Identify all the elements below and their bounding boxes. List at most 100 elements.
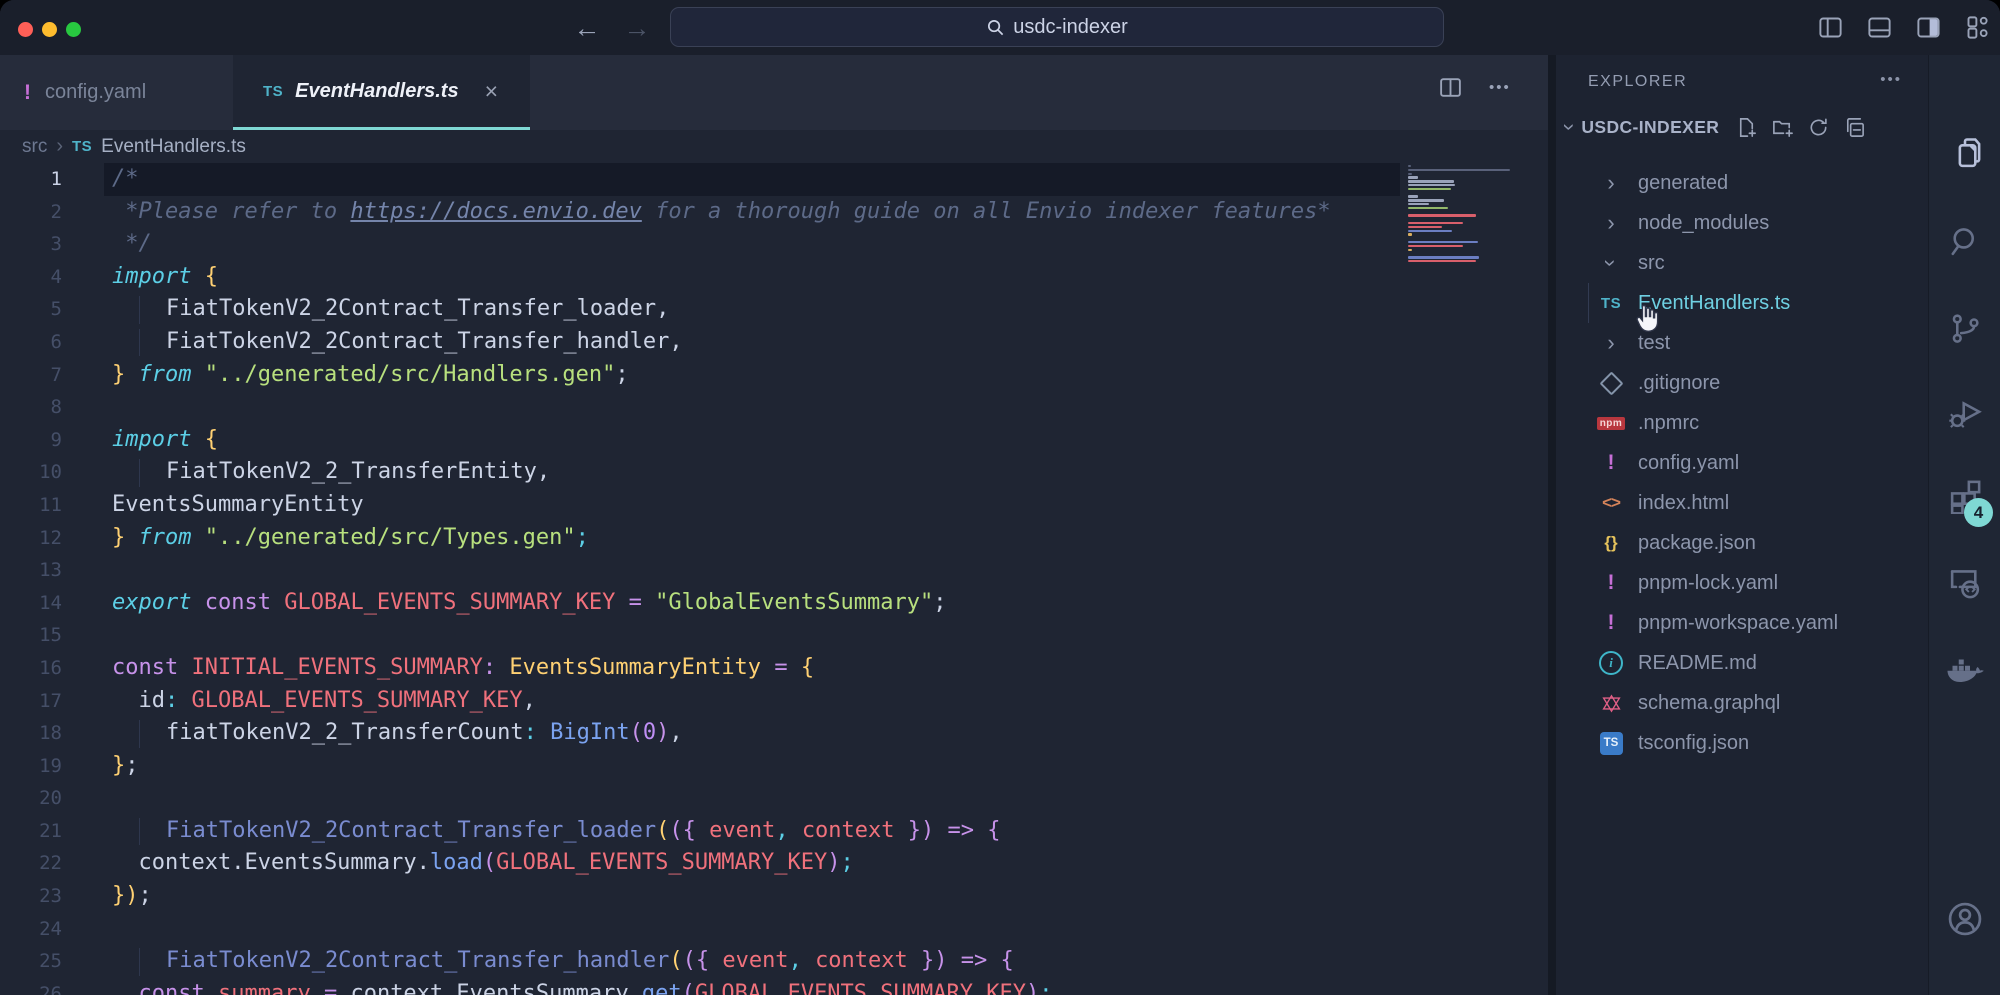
minimap[interactable] (1408, 165, 1530, 264)
code-line: 9import { (0, 424, 1548, 457)
code-line: 1/* (0, 163, 1548, 196)
code-line: 19}; (0, 750, 1548, 783)
customize-layout-icon[interactable] (1964, 14, 1991, 41)
code-line: 23}); (0, 880, 1548, 913)
tree-item-src[interactable]: › src (1556, 243, 1928, 283)
code-line: 11EventsSummaryEntity (0, 489, 1548, 522)
activity-item-source-control[interactable] (1947, 310, 1983, 351)
tsconfig-file-icon: TS (1600, 732, 1623, 755)
toggle-panel-right-icon[interactable] (1915, 14, 1942, 41)
code-line: 8 (0, 391, 1548, 424)
line-number: 8 (0, 391, 62, 424)
code-line: 5 FiatTokenV2_2Contract_Transfer_loader, (0, 293, 1548, 326)
code-line: 21 FiatTokenV2_2Contract_Transfer_loader… (0, 815, 1548, 848)
tree-root-usdc-indexer[interactable]: › USDC-INDEXER (1556, 107, 1928, 147)
tree-item-tsconfig-json[interactable]: TS tsconfig.json (1556, 723, 1928, 763)
code-line: 26 const summary = context.EventsSummary… (0, 978, 1548, 995)
vscode-window: ← → usdc-indexer ! config.yaml TS EventH… (0, 0, 2000, 995)
navigate-forward-button[interactable]: → (620, 13, 654, 43)
tree-item-readme-md[interactable]: iREADME.md (1556, 643, 1928, 683)
close-tab-icon[interactable]: × (485, 78, 498, 105)
search-icon (1947, 223, 1983, 259)
tree-item-label: pnpm-workspace.yaml (1638, 612, 1838, 635)
yaml-file-icon: ! (1608, 571, 1615, 595)
chevron-right-icon: › (1607, 212, 1614, 234)
tree-item-label: tsconfig.json (1638, 732, 1749, 755)
tree-item-label: .npmrc (1638, 412, 1699, 435)
new-file-icon[interactable] (1735, 116, 1758, 139)
command-center-search[interactable]: usdc-indexer (670, 7, 1444, 47)
line-number: 24 (0, 913, 62, 946)
code-line: 7} from "../generated/src/Handlers.gen"; (0, 359, 1548, 392)
tree-item--gitignore[interactable]: .gitignore (1556, 363, 1928, 403)
code-line: 16const INITIAL_EVENTS_SUMMARY: EventsSu… (0, 652, 1548, 685)
toggle-panel-left-icon[interactable] (1817, 14, 1844, 41)
docker-icon (1945, 655, 1985, 689)
line-number: 17 (0, 685, 62, 718)
line-number: 26 (0, 978, 62, 995)
code-editor[interactable]: 1/*2 *Please refer to https://docs.envio… (0, 163, 1548, 995)
editor-actions: ••• (1438, 75, 1511, 100)
maximize-window-button[interactable] (66, 22, 81, 37)
tree-item-package-json[interactable]: {}package.json (1556, 523, 1928, 563)
refresh-icon[interactable] (1807, 116, 1830, 139)
activity-item-run-and-debug[interactable] (1947, 395, 1983, 436)
split-editor-icon[interactable] (1438, 75, 1463, 100)
explorer-icon (1947, 135, 1983, 171)
gitignore-file-icon (1599, 371, 1623, 395)
chevron-down-icon: › (1600, 259, 1622, 266)
collapse-folders-icon[interactable] (1843, 116, 1866, 139)
code-line: 10 FiatTokenV2_2_TransferEntity, (0, 456, 1548, 489)
tree-item-label: src (1638, 252, 1665, 275)
new-folder-icon[interactable] (1771, 116, 1794, 139)
code-line: 12} from "../generated/src/Types.gen"; (0, 522, 1548, 555)
activity-item-remote-explorer[interactable] (1947, 565, 1983, 606)
tab-config-yaml[interactable]: ! config.yaml (0, 55, 196, 130)
tree-item-pnpm-workspace-yaml[interactable]: !pnpm-workspace.yaml (1556, 603, 1928, 643)
tree-item-pnpm-lock-yaml[interactable]: !pnpm-lock.yaml (1556, 563, 1928, 603)
close-window-button[interactable] (18, 22, 33, 37)
line-number: 11 (0, 489, 62, 522)
code-line: 17 id: GLOBAL_EVENTS_SUMMARY_KEY, (0, 685, 1548, 718)
explorer-sidebar: EXPLORER ••• › USDC-INDEXER ›generated›n… (1556, 55, 1928, 995)
tree-item-schema-graphql[interactable]: schema.graphql (1556, 683, 1928, 723)
chevron-right-icon: › (1607, 332, 1614, 354)
activity-item-search[interactable] (1947, 223, 1983, 264)
line-number: 3 (0, 228, 62, 261)
line-number: 7 (0, 359, 62, 392)
more-actions-icon[interactable]: ••• (1489, 79, 1511, 96)
tree-item-eventhandlers-ts[interactable]: TSEventHandlers.ts (1556, 283, 1928, 323)
activity-item-extensions[interactable]: 4 (1947, 478, 1983, 519)
tree-item-test[interactable]: › test (1556, 323, 1928, 363)
code-line: 24 (0, 913, 1548, 946)
tree-item-node-modules[interactable]: ›node_modules (1556, 203, 1928, 243)
code-line: 15 (0, 619, 1548, 652)
search-icon (986, 18, 1005, 37)
activity-item-account[interactable] (1946, 900, 1984, 943)
tab-eventhandlers-ts[interactable]: TS EventHandlers.ts × (233, 55, 530, 130)
account-icon (1946, 900, 1984, 938)
window-controls (18, 22, 81, 37)
yaml-file-icon: ! (1608, 451, 1615, 475)
navigate-back-button[interactable]: ← (570, 13, 604, 43)
code-line: 2 *Please refer to https://docs.envio.de… (0, 196, 1548, 229)
tree-item-index-html[interactable]: <>index.html (1556, 483, 1928, 523)
toggle-panel-bottom-icon[interactable] (1866, 14, 1893, 41)
tree-item-label: package.json (1638, 532, 1756, 555)
code-line: 25 FiatTokenV2_2Contract_Transfer_handle… (0, 945, 1548, 978)
line-number: 20 (0, 782, 62, 815)
tree-item-label: config.yaml (1638, 452, 1739, 475)
tree-item-label: test (1638, 332, 1670, 355)
tree-item-config-yaml[interactable]: ! config.yaml (1556, 443, 1928, 483)
minimize-window-button[interactable] (42, 22, 57, 37)
activity-item-explorer[interactable] (1947, 135, 1983, 176)
tree-item--npmrc[interactable]: npm.npmrc (1556, 403, 1928, 443)
code-lines: 1/*2 *Please refer to https://docs.envio… (0, 163, 1548, 995)
tree-item-generated[interactable]: ›generated (1556, 163, 1928, 203)
explorer-more-actions-icon[interactable]: ••• (1880, 71, 1902, 88)
breadcrumb-file[interactable]: EventHandlers.ts (101, 136, 246, 158)
editor-sidebar-divider[interactable] (1548, 55, 1556, 995)
activity-item-docker[interactable] (1945, 655, 1985, 694)
breadcrumb-folder[interactable]: src (22, 136, 47, 158)
code-line: 6 FiatTokenV2_2Contract_Transfer_handler… (0, 326, 1548, 359)
